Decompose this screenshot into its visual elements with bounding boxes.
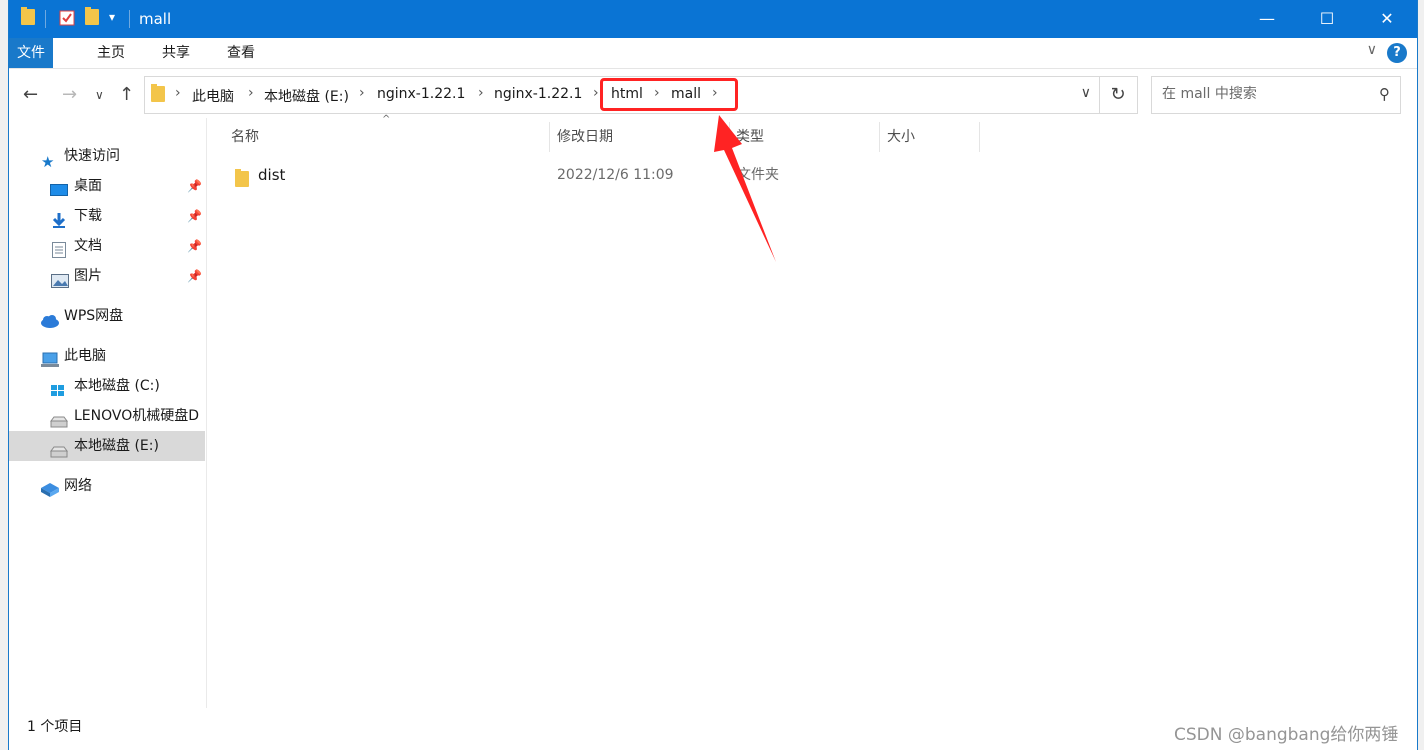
window-title: mall — [139, 10, 172, 28]
sidebar-item-drive-e[interactable]: 本地磁盘 (E:) — [9, 431, 205, 461]
pictures-icon — [51, 269, 69, 288]
breadcrumb-separator[interactable]: › — [478, 85, 484, 101]
breadcrumb-separator[interactable]: › — [593, 85, 599, 101]
quick-access-toolbar-dropdown[interactable]: ▾ — [109, 10, 115, 24]
ribbon: 文件 主页 共享 查看 ∨ ? — [9, 38, 1417, 69]
tab-home[interactable]: 主页 — [83, 38, 139, 68]
drive-icon — [50, 409, 68, 428]
sidebar-item-drive-d[interactable]: LENOVO机械硬盘D — [9, 401, 205, 431]
new-folder-icon[interactable] — [85, 7, 99, 29]
search-box[interactable]: ⚲ — [1151, 76, 1401, 114]
sidebar-item-this-pc[interactable]: 此电脑 — [9, 341, 205, 371]
file-modified: 2022/12/6 11:09 — [557, 167, 674, 183]
pin-icon[interactable]: 📌 — [187, 231, 202, 261]
help-button[interactable]: ? — [1387, 43, 1407, 63]
sidebar-item-label: WPS网盘 — [64, 308, 124, 324]
explorer-window: ▾ mall — ☐ ✕ 文件 主页 共享 查看 ∨ ? ← → ∨ ↑ › 此… — [8, 0, 1418, 750]
sidebar-item-label: 文档 — [74, 238, 102, 254]
close-button[interactable]: ✕ — [1357, 0, 1417, 38]
pin-icon[interactable]: 📌 — [187, 171, 202, 201]
breadcrumb-separator[interactable]: › — [248, 85, 254, 101]
refresh-button[interactable]: ↻ — [1099, 76, 1138, 114]
breadcrumb-nginx-2[interactable]: nginx-1.22.1 — [494, 86, 582, 102]
file-row[interactable]: dist 2022/12/6 11:09 文件夹 — [229, 160, 989, 190]
divider — [45, 10, 46, 28]
sidebar-item-label: 本地磁盘 (C:) — [74, 378, 160, 394]
sidebar-item-quick-access[interactable]: ★ 快速访问 — [9, 141, 205, 171]
breadcrumb-highlight-box — [600, 78, 738, 111]
column-header-size[interactable]: 大小 — [887, 122, 915, 152]
pin-icon[interactable]: 📌 — [187, 201, 202, 231]
sidebar-item-label: 此电脑 — [64, 348, 106, 364]
divider — [129, 10, 130, 28]
sidebar-item-label: 网络 — [64, 478, 92, 494]
status-item-count: 1 个项目 — [27, 719, 83, 735]
forward-button[interactable]: → — [62, 84, 77, 105]
network-icon — [40, 479, 59, 497]
breadcrumb-separator[interactable]: › — [175, 85, 181, 101]
sidebar-item-pictures[interactable]: 图片 📌 — [9, 261, 205, 291]
column-header-modified[interactable]: 修改日期 — [557, 122, 613, 152]
column-divider[interactable] — [729, 122, 730, 152]
search-input[interactable] — [1160, 85, 1364, 103]
sidebar-item-label: LENOVO机械硬盘D — [74, 408, 200, 424]
search-icon[interactable]: ⚲ — [1379, 85, 1390, 103]
sidebar-item-downloads[interactable]: 下载 📌 — [9, 201, 205, 231]
pin-icon[interactable]: 📌 — [187, 261, 202, 291]
ribbon-expand-button[interactable]: ∨ — [1367, 42, 1377, 58]
computer-icon — [41, 349, 59, 367]
breadcrumb-this-pc[interactable]: 此电脑 — [192, 86, 234, 106]
tab-share[interactable]: 共享 — [148, 38, 204, 68]
sidebar-item-label: 桌面 — [74, 178, 102, 194]
drive-icon — [50, 439, 68, 458]
title-bar: ▾ mall — ☐ ✕ — [9, 0, 1417, 38]
download-icon — [51, 209, 67, 228]
sidebar-item-documents[interactable]: 文档 📌 — [9, 231, 205, 261]
sidebar-item-wps-drive[interactable]: WPS网盘 — [9, 301, 205, 331]
star-icon: ★ — [41, 153, 55, 171]
watermark-text: CSDN @bangbang给你两锤 — [1174, 725, 1399, 745]
column-header-name[interactable]: 名称 — [231, 122, 259, 152]
breadcrumb-separator[interactable]: › — [359, 85, 365, 101]
folder-icon — [235, 167, 249, 197]
up-button[interactable]: ↑ — [119, 84, 134, 105]
folder-icon — [21, 7, 35, 29]
sidebar-item-label: 下载 — [74, 208, 102, 224]
cloud-icon — [40, 309, 59, 328]
sidebar-item-network[interactable]: 网络 — [9, 471, 205, 501]
desktop-icon — [50, 179, 68, 196]
tab-file[interactable]: 文件 — [9, 38, 53, 68]
column-header-type[interactable]: 类型 — [736, 122, 764, 152]
file-name: dist — [258, 166, 286, 184]
column-divider[interactable] — [549, 122, 550, 152]
back-button[interactable]: ← — [23, 84, 38, 105]
properties-icon[interactable] — [59, 10, 75, 30]
sidebar-item-label: 图片 — [74, 268, 102, 284]
folder-icon — [151, 84, 165, 106]
tab-view[interactable]: 查看 — [213, 38, 269, 68]
windows-drive-icon — [50, 379, 66, 396]
sidebar-item-label: 快速访问 — [64, 148, 120, 164]
sidebar-item-drive-c[interactable]: 本地磁盘 (C:) — [9, 371, 205, 401]
column-divider[interactable] — [879, 122, 880, 152]
pane-divider[interactable] — [206, 118, 207, 708]
maximize-button[interactable]: ☐ — [1297, 0, 1357, 38]
file-type: 文件夹 — [737, 167, 779, 183]
sidebar-item-desktop[interactable]: 桌面 📌 — [9, 171, 205, 201]
breadcrumb-nginx-1[interactable]: nginx-1.22.1 — [377, 86, 465, 102]
address-history-dropdown[interactable]: ∨ — [1081, 85, 1091, 101]
minimize-button[interactable]: — — [1237, 0, 1297, 38]
sidebar-item-label: 本地磁盘 (E:) — [74, 438, 159, 454]
recent-locations-button[interactable]: ∨ — [95, 88, 104, 102]
breadcrumb-drive-e[interactable]: 本地磁盘 (E:) — [264, 86, 349, 106]
sort-ascending-icon: ^ — [382, 114, 391, 125]
navigation-pane: ★ 快速访问 桌面 📌 下载 📌 文档 📌 图片 📌 WPS网盘 此电脑 本地磁… — [9, 118, 205, 708]
document-icon — [52, 239, 68, 258]
column-divider[interactable] — [979, 122, 980, 152]
